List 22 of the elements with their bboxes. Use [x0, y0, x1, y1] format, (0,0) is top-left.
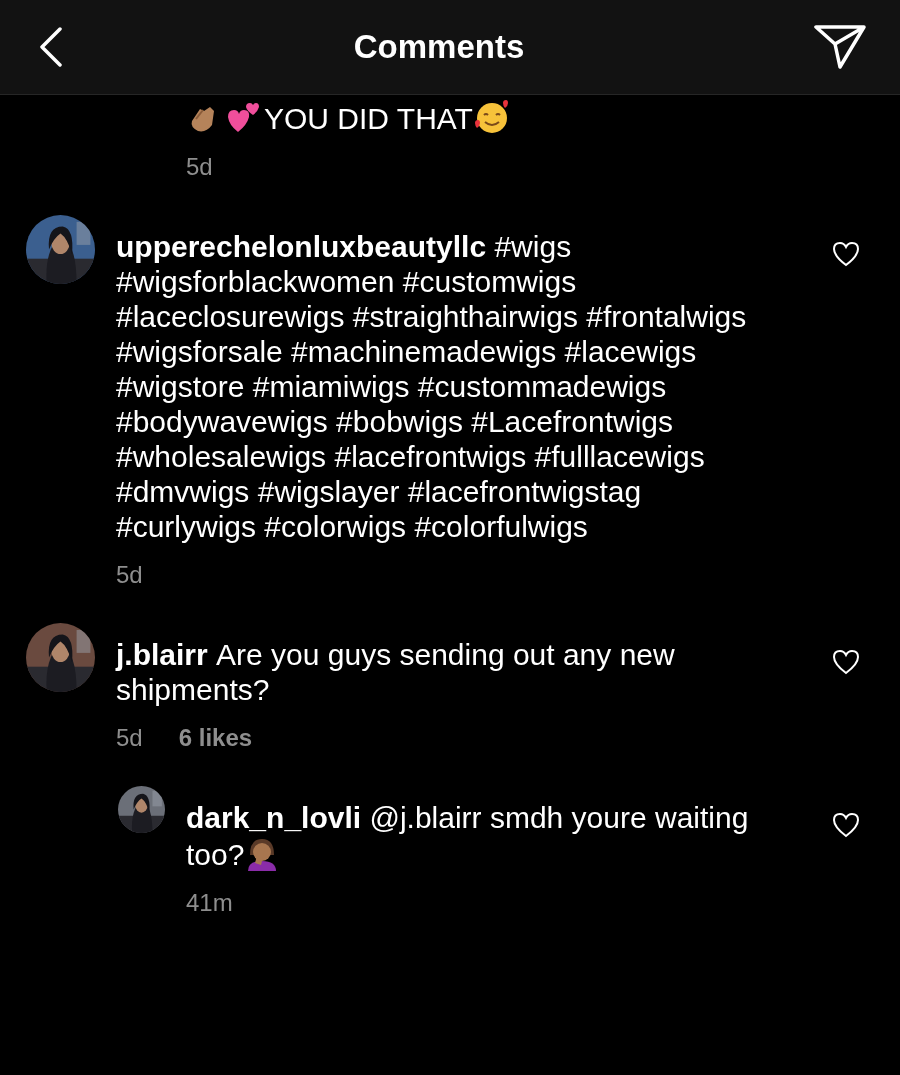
comment-time: 5d: [116, 724, 143, 752]
heart-icon: [832, 241, 860, 267]
back-button[interactable]: [38, 27, 64, 67]
heart-icon: [832, 649, 860, 675]
comment-text: upperechelonluxbeautyllc #wigs #wigsforblackwomen #customwigs #laceclosurewigs #straighthairwigs #frontalwigs #wigsforsale #machinemadewigs #lacewigs #wigstore #miamiwigs #custommadewigs #bodywavewigs #bobwigs #Lacefrontwigs #wholesalewigs #lacefrontwigs #fulllacewigs #dmvwigs #wigslayer #lacefrontwigstag #curlywigs #colorwigs #colorfulwigs: [116, 229, 748, 544]
comment-text: dark_n_lovli @j.blairr smdh youre waiting too?: [186, 800, 750, 872]
comment-text: j.blairr Are you guys sending out any new shipments?: [116, 637, 676, 707]
comment-time: 5d: [116, 561, 143, 589]
comment-time: 41m: [186, 889, 233, 917]
like-button[interactable]: [832, 812, 860, 838]
avatar[interactable]: [118, 786, 165, 833]
smiling-face-icon: [472, 99, 511, 135]
like-button[interactable]: [832, 241, 860, 267]
comment-time: 5d: [186, 153, 213, 181]
likes-count[interactable]: 6 likes: [178, 724, 253, 752]
like-button[interactable]: [832, 649, 860, 675]
back-icon: [38, 27, 64, 67]
share-button[interactable]: [814, 24, 866, 70]
page-title: Comments: [353, 28, 525, 66]
heart-icon: [832, 812, 860, 838]
comment-text: YOU DID THAT: [186, 99, 786, 136]
paper-plane-icon: [814, 24, 866, 70]
